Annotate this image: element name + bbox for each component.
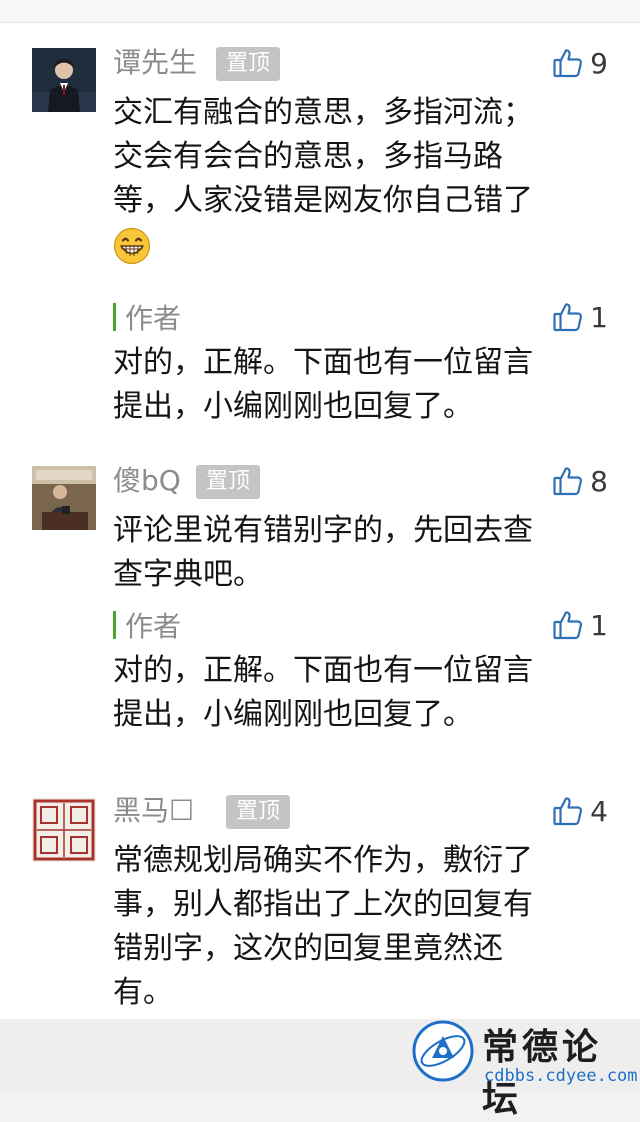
comment-line: 事，别人都指出了上次的回复有 [113, 887, 533, 922]
like-button[interactable]: 8 [552, 463, 608, 499]
comment-line: 交汇有融合的意思，多指河流； [113, 95, 533, 130]
thumbs-up-icon [553, 467, 583, 496]
comment-item: 傻bQ 置顶 8 评论里说有错别字的，先回去查 查字典吧。 作者 1 对的，正解… [0, 463, 640, 753]
comment-line: 有。 [113, 975, 173, 1010]
avatar[interactable] [32, 466, 96, 530]
reply-line: 对的，正解。下面也有一位留言 [113, 653, 533, 688]
reply-line: 对的，正解。下面也有一位留言 [113, 345, 533, 380]
comment-text: 交汇有融合的意思，多指河流； 交会有会合的意思，多指马路 等，人家没错是网友你自… [113, 91, 593, 267]
comment-line: 等，人家没错是网友你自己错了 [113, 183, 533, 218]
top-strip [0, 0, 640, 23]
comment-text: 评论里说有错别字的，先回去查 查字典吧。 [113, 509, 593, 597]
avatar[interactable] [32, 48, 96, 112]
thumbs-up-icon [553, 303, 583, 332]
like-count: 4 [590, 794, 608, 828]
comment-line: 常德规划局确实不作为，敷衍了 [113, 843, 533, 878]
author-label: 作者 [125, 302, 182, 335]
comment-line: 交会有会合的意思，多指马路 [113, 139, 503, 174]
pinned-badge: 置顶 [226, 795, 291, 829]
comment-line: 查字典吧。 [113, 557, 263, 592]
like-count: 8 [590, 464, 608, 498]
watermark-url: cdbbs.cdyee.com [484, 1066, 638, 1086]
thumbs-up-icon [553, 611, 583, 640]
pinned-badge: 置顶 [196, 465, 261, 499]
thumbs-up-icon [553, 797, 583, 826]
like-button[interactable]: 4 [552, 793, 608, 829]
reply-text: 对的，正解。下面也有一位留言 提出，小编刚刚也回复了。 [113, 341, 593, 429]
thumbs-up-icon [553, 49, 583, 78]
username[interactable]: 谭先生 [113, 45, 197, 81]
reply-like-button[interactable]: 1 [552, 607, 608, 643]
like-count: 1 [590, 300, 608, 334]
like-button[interactable]: 9 [552, 45, 608, 81]
forum-logo-icon [412, 1020, 474, 1082]
grinning-face-emoji [113, 227, 151, 264]
comment-item: 谭先生 置顶 9 交汇有融合的意思，多指河流； 交会有会合的意思，多指马路 等，… [0, 45, 640, 424]
author-bar [113, 611, 116, 639]
username[interactable]: 黑马☐ [113, 793, 194, 829]
reply-text: 对的，正解。下面也有一位留言 提出，小编刚刚也回复了。 [113, 649, 593, 737]
reply-line: 提出，小编刚刚也回复了。 [113, 389, 473, 424]
avatar[interactable] [32, 798, 96, 862]
comment-line: 评论里说有错别字的，先回去查 [113, 513, 533, 548]
comment-text: 常德规划局确实不作为，敷衍了 事，别人都指出了上次的回复有 错别字，这次的回复里… [113, 839, 593, 1015]
comment-line: 错别字，这次的回复里竟然还 [113, 931, 503, 966]
author-label: 作者 [125, 610, 182, 643]
comment-list: 谭先生 置顶 9 交汇有融合的意思，多指河流； 交会有会合的意思，多指马路 等，… [0, 23, 640, 1019]
reply-like-button[interactable]: 1 [552, 299, 608, 335]
author-reply-header: 作者 [113, 608, 182, 643]
like-count: 1 [590, 608, 608, 642]
username[interactable]: 傻bQ [113, 463, 181, 499]
author-reply-header: 作者 [113, 300, 182, 335]
like-count: 9 [590, 46, 608, 80]
author-bar [113, 303, 116, 331]
comment-item: 黑马☐ 置顶 4 常德规划局确实不作为，敷衍了 事，别人都指出了上次的回复有 错… [0, 793, 640, 1019]
pinned-badge: 置顶 [216, 47, 281, 81]
reply-line: 提出，小编刚刚也回复了。 [113, 697, 473, 732]
